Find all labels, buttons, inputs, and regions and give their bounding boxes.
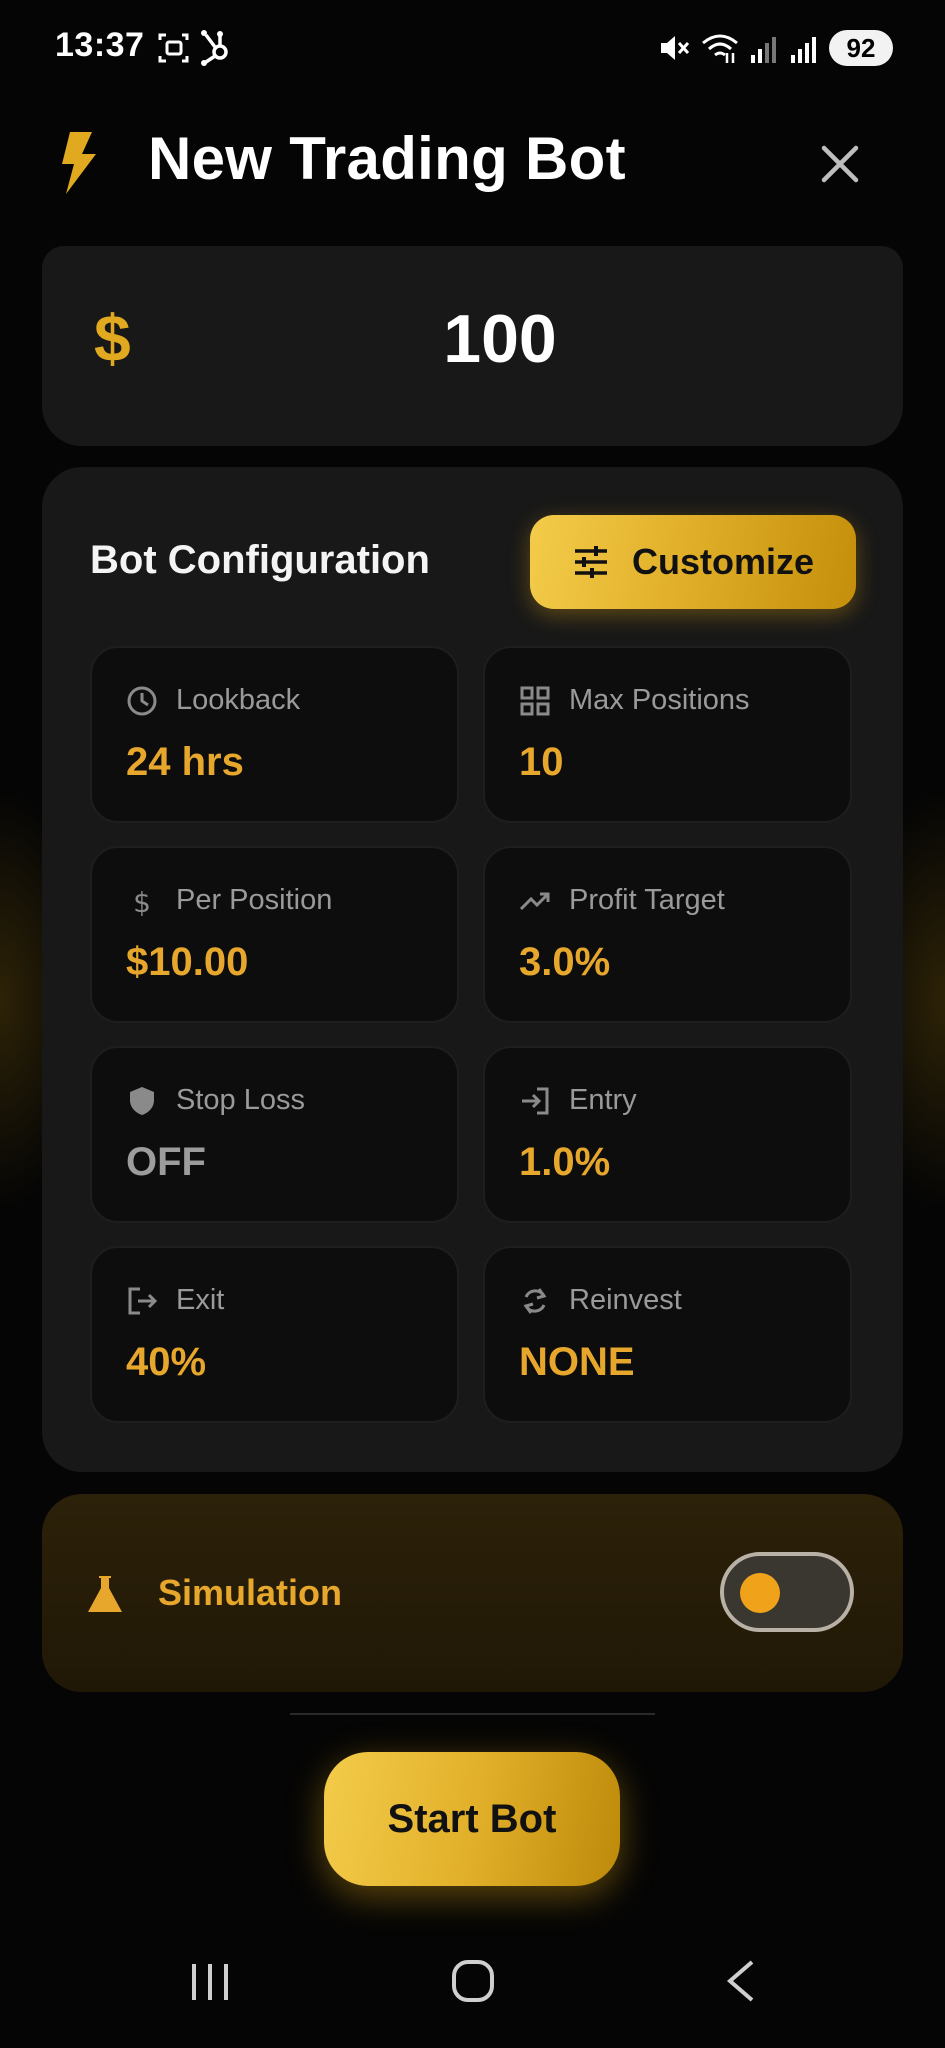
tile-value: NONE <box>519 1340 635 1384</box>
config-tile-entry[interactable]: Entry 1.0% <box>483 1046 852 1223</box>
tile-label: Reinvest <box>569 1284 682 1316</box>
status-time: 13:37 <box>55 26 145 64</box>
tile-label: Entry <box>569 1084 637 1116</box>
trending-up-icon <box>519 892 550 910</box>
sync-icon <box>523 1287 547 1314</box>
currency-symbol: $ <box>94 301 131 375</box>
tile-label: Stop Loss <box>176 1084 305 1116</box>
signal-icon <box>751 37 776 63</box>
customize-label: Customize <box>631 541 815 582</box>
clock-icon <box>127 686 157 715</box>
config-tile-exit[interactable]: Exit 40% <box>90 1246 459 1423</box>
start-bot-button[interactable]: Start Bot <box>324 1752 620 1886</box>
config-tile-per-position[interactable]: $ Per Position $10.00 <box>90 846 459 1023</box>
customize-button[interactable]: Customize <box>530 515 856 609</box>
divider <box>290 1713 655 1715</box>
tune-icon <box>574 546 607 578</box>
config-tile-profit-target[interactable]: Profit Target 3.0% <box>483 846 852 1023</box>
tile-value: 3.0% <box>519 940 611 984</box>
amount-input[interactable]: 100 <box>300 300 700 378</box>
flask-icon <box>88 1576 122 1612</box>
simulation-label: Simulation <box>158 1572 343 1613</box>
dollar-icon: $ <box>133 886 151 917</box>
screenshot-icon <box>158 33 189 63</box>
tile-value: OFF <box>126 1140 206 1184</box>
config-tile-max-positions[interactable]: Max Positions 10 <box>483 646 852 823</box>
home-icon[interactable] <box>450 1958 496 2004</box>
config-tile-lookback[interactable]: Lookback 24 hrs <box>90 646 459 823</box>
svg-text:$: $ <box>133 886 151 917</box>
tile-label: Max Positions <box>569 684 750 716</box>
mute-icon <box>661 36 690 60</box>
tile-label: Lookback <box>176 684 301 716</box>
tile-label: Per Position <box>176 884 333 916</box>
tile-label: Profit Target <box>569 884 725 916</box>
lightning-bolt-icon <box>62 132 96 194</box>
close-icon[interactable] <box>818 142 862 186</box>
grid-icon <box>520 686 550 715</box>
page-title: New Trading Bot <box>148 125 626 192</box>
tile-value: $10.00 <box>126 940 249 984</box>
section-title: Bot Configuration <box>90 538 430 582</box>
tile-label: Exit <box>176 1284 225 1316</box>
hubspot-icon <box>201 30 228 66</box>
logout-icon <box>128 1287 158 1314</box>
signal-roaming-icon <box>791 37 816 63</box>
wifi-icon <box>702 34 738 63</box>
simulation-toggle[interactable] <box>720 1552 854 1632</box>
battery-indicator: 92 <box>829 30 893 66</box>
recent-apps-icon[interactable] <box>188 1960 232 2004</box>
tile-value: 40% <box>126 1340 207 1384</box>
status-indicators: 92 <box>657 28 893 68</box>
config-tile-reinvest[interactable]: Reinvest NONE <box>483 1246 852 1423</box>
tile-value: 1.0% <box>519 1140 611 1184</box>
back-icon[interactable] <box>722 1958 758 2004</box>
toggle-knob <box>740 1573 780 1613</box>
login-icon <box>522 1087 549 1114</box>
tile-value: 24 hrs <box>126 740 244 784</box>
shield-icon <box>130 1086 154 1115</box>
config-tile-stop-loss[interactable]: Stop Loss OFF <box>90 1046 459 1223</box>
tile-value: 10 <box>519 740 564 784</box>
